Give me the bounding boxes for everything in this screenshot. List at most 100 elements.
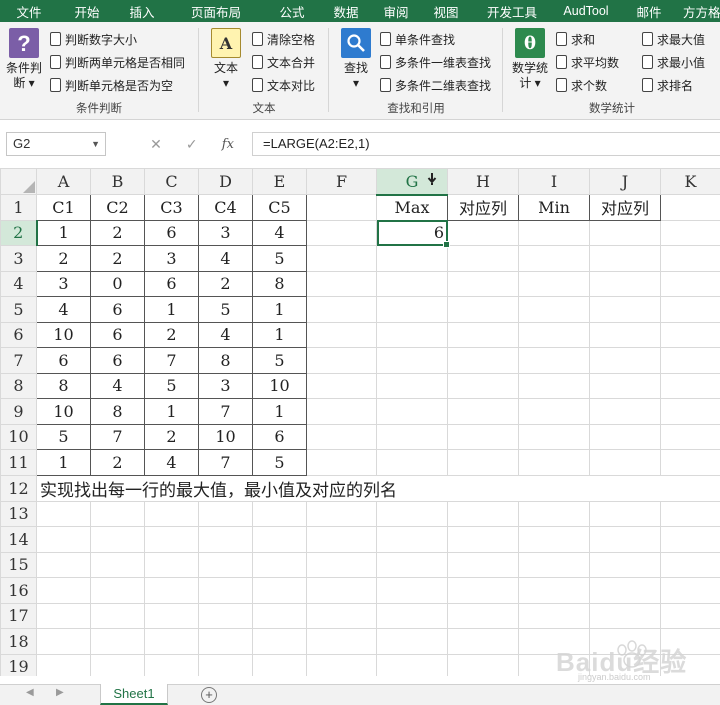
tab-11[interactable]: 方方格子 <box>678 2 720 21</box>
cell-C19[interactable] <box>144 653 199 676</box>
ribbon-item-3-items2-2[interactable]: 求排名 <box>642 76 693 94</box>
cell-K7[interactable] <box>660 347 720 374</box>
tab-3[interactable]: 页面布局 <box>168 2 264 21</box>
cell-A10[interactable]: 5 <box>36 423 91 450</box>
row-header[interactable]: 13 <box>0 500 37 527</box>
cell-K10[interactable] <box>660 423 720 450</box>
cell-B6[interactable]: 6 <box>90 321 145 348</box>
cell-A2[interactable]: 1 <box>36 219 91 246</box>
cell-C2[interactable]: 6 <box>144 219 199 246</box>
cell-E1[interactable]: C5 <box>252 194 307 221</box>
cell-J18[interactable] <box>589 628 661 655</box>
column-header-J[interactable]: J <box>589 168 661 195</box>
cell-A3[interactable]: 2 <box>36 245 91 272</box>
cell-I4[interactable] <box>518 270 590 297</box>
ribbon-item-3-items-2[interactable]: 求个数 <box>556 76 607 94</box>
cell-I17[interactable] <box>518 602 590 629</box>
cell-D15[interactable] <box>198 551 253 578</box>
column-header-H[interactable]: H <box>447 168 519 195</box>
column-header-E[interactable]: E <box>252 168 307 195</box>
cell-K8[interactable] <box>660 372 720 399</box>
name-box[interactable]: G2 ▼ <box>6 132 106 156</box>
cell-K11[interactable] <box>660 449 720 476</box>
cell-F8[interactable] <box>306 372 377 399</box>
cell-A8[interactable]: 8 <box>36 372 91 399</box>
cell-I3[interactable] <box>518 245 590 272</box>
row-header[interactable]: 10 <box>0 423 37 450</box>
row-header[interactable]: 6 <box>0 321 37 348</box>
cell-G1[interactable]: Max <box>376 194 448 221</box>
cell-K3[interactable] <box>660 245 720 272</box>
cell-F14[interactable] <box>306 526 377 553</box>
cell-A5[interactable]: 4 <box>36 296 91 323</box>
cell-C8[interactable]: 5 <box>144 372 199 399</box>
cell-E11[interactable]: 5 <box>252 449 307 476</box>
ribbon-big-button-0[interactable]: ? 条件判断 ▾ <box>4 28 44 91</box>
cell-B2[interactable]: 2 <box>90 219 145 246</box>
cell-F10[interactable] <box>306 423 377 450</box>
cell-H2[interactable] <box>447 219 519 246</box>
cell-F17[interactable] <box>306 602 377 629</box>
cell-G13[interactable] <box>376 500 448 527</box>
cell-G18[interactable] <box>376 628 448 655</box>
tab-1[interactable]: 开始 <box>58 2 116 21</box>
cell-D2[interactable]: 3 <box>198 219 253 246</box>
cell-A15[interactable] <box>36 551 91 578</box>
cell-I15[interactable] <box>518 551 590 578</box>
row-header[interactable]: 14 <box>0 526 37 553</box>
cell-G11[interactable] <box>376 449 448 476</box>
cell-E10[interactable]: 6 <box>252 423 307 450</box>
row-header[interactable]: 12 <box>0 474 37 502</box>
cell-A13[interactable] <box>36 500 91 527</box>
tab-4[interactable]: 公式 <box>264 2 320 21</box>
cell-J4[interactable] <box>589 270 661 297</box>
cell-D10[interactable]: 10 <box>198 423 253 450</box>
cell-E13[interactable] <box>252 500 307 527</box>
cell-G15[interactable] <box>376 551 448 578</box>
cell-C1[interactable]: C3 <box>144 194 199 221</box>
ribbon-item-0-items-2[interactable]: 判断单元格是否为空 <box>50 76 173 94</box>
cell-I7[interactable] <box>518 347 590 374</box>
ribbon-big-button-1[interactable]: A 文本 ▾ <box>204 28 248 91</box>
cell-B11[interactable]: 2 <box>90 449 145 476</box>
cell-D11[interactable]: 7 <box>198 449 253 476</box>
tab-9[interactable]: AudTool <box>552 4 620 18</box>
cell-D5[interactable]: 5 <box>198 296 253 323</box>
cell-D19[interactable] <box>198 653 253 676</box>
row-header[interactable]: 15 <box>0 551 37 578</box>
cell-H14[interactable] <box>447 526 519 553</box>
cell-E6[interactable]: 1 <box>252 321 307 348</box>
cell-H10[interactable] <box>447 423 519 450</box>
cell-G4[interactable] <box>376 270 448 297</box>
cell-A9[interactable]: 10 <box>36 398 91 425</box>
cell-E17[interactable] <box>252 602 307 629</box>
cell-J6[interactable] <box>589 321 661 348</box>
cell-A16[interactable] <box>36 577 91 604</box>
cell-J3[interactable] <box>589 245 661 272</box>
column-header-C[interactable]: C <box>144 168 199 195</box>
cell-J19[interactable] <box>589 653 661 676</box>
cell-K18[interactable] <box>660 628 720 655</box>
formula-input[interactable]: =LARGE(A2:E2,1) <box>252 132 720 156</box>
cell-H11[interactable] <box>447 449 519 476</box>
cell-K19[interactable] <box>660 653 720 676</box>
cell-C4[interactable]: 6 <box>144 270 199 297</box>
cell-C18[interactable] <box>144 628 199 655</box>
cell-I11[interactable] <box>518 449 590 476</box>
cell-J17[interactable] <box>589 602 661 629</box>
cell-G5[interactable] <box>376 296 448 323</box>
cell-B10[interactable]: 7 <box>90 423 145 450</box>
cell-F11[interactable] <box>306 449 377 476</box>
cell-J15[interactable] <box>589 551 661 578</box>
row-header[interactable]: 5 <box>0 296 37 323</box>
cell-K9[interactable] <box>660 398 720 425</box>
row-header[interactable]: 18 <box>0 628 37 655</box>
cell-B13[interactable] <box>90 500 145 527</box>
cell-B14[interactable] <box>90 526 145 553</box>
row-header[interactable]: 4 <box>0 270 37 297</box>
cell-G7[interactable] <box>376 347 448 374</box>
ribbon-item-3-items2-0[interactable]: 求最大值 <box>642 30 705 48</box>
cell-E8[interactable]: 10 <box>252 372 307 399</box>
cell-H15[interactable] <box>447 551 519 578</box>
row-header[interactable]: 3 <box>0 245 37 272</box>
